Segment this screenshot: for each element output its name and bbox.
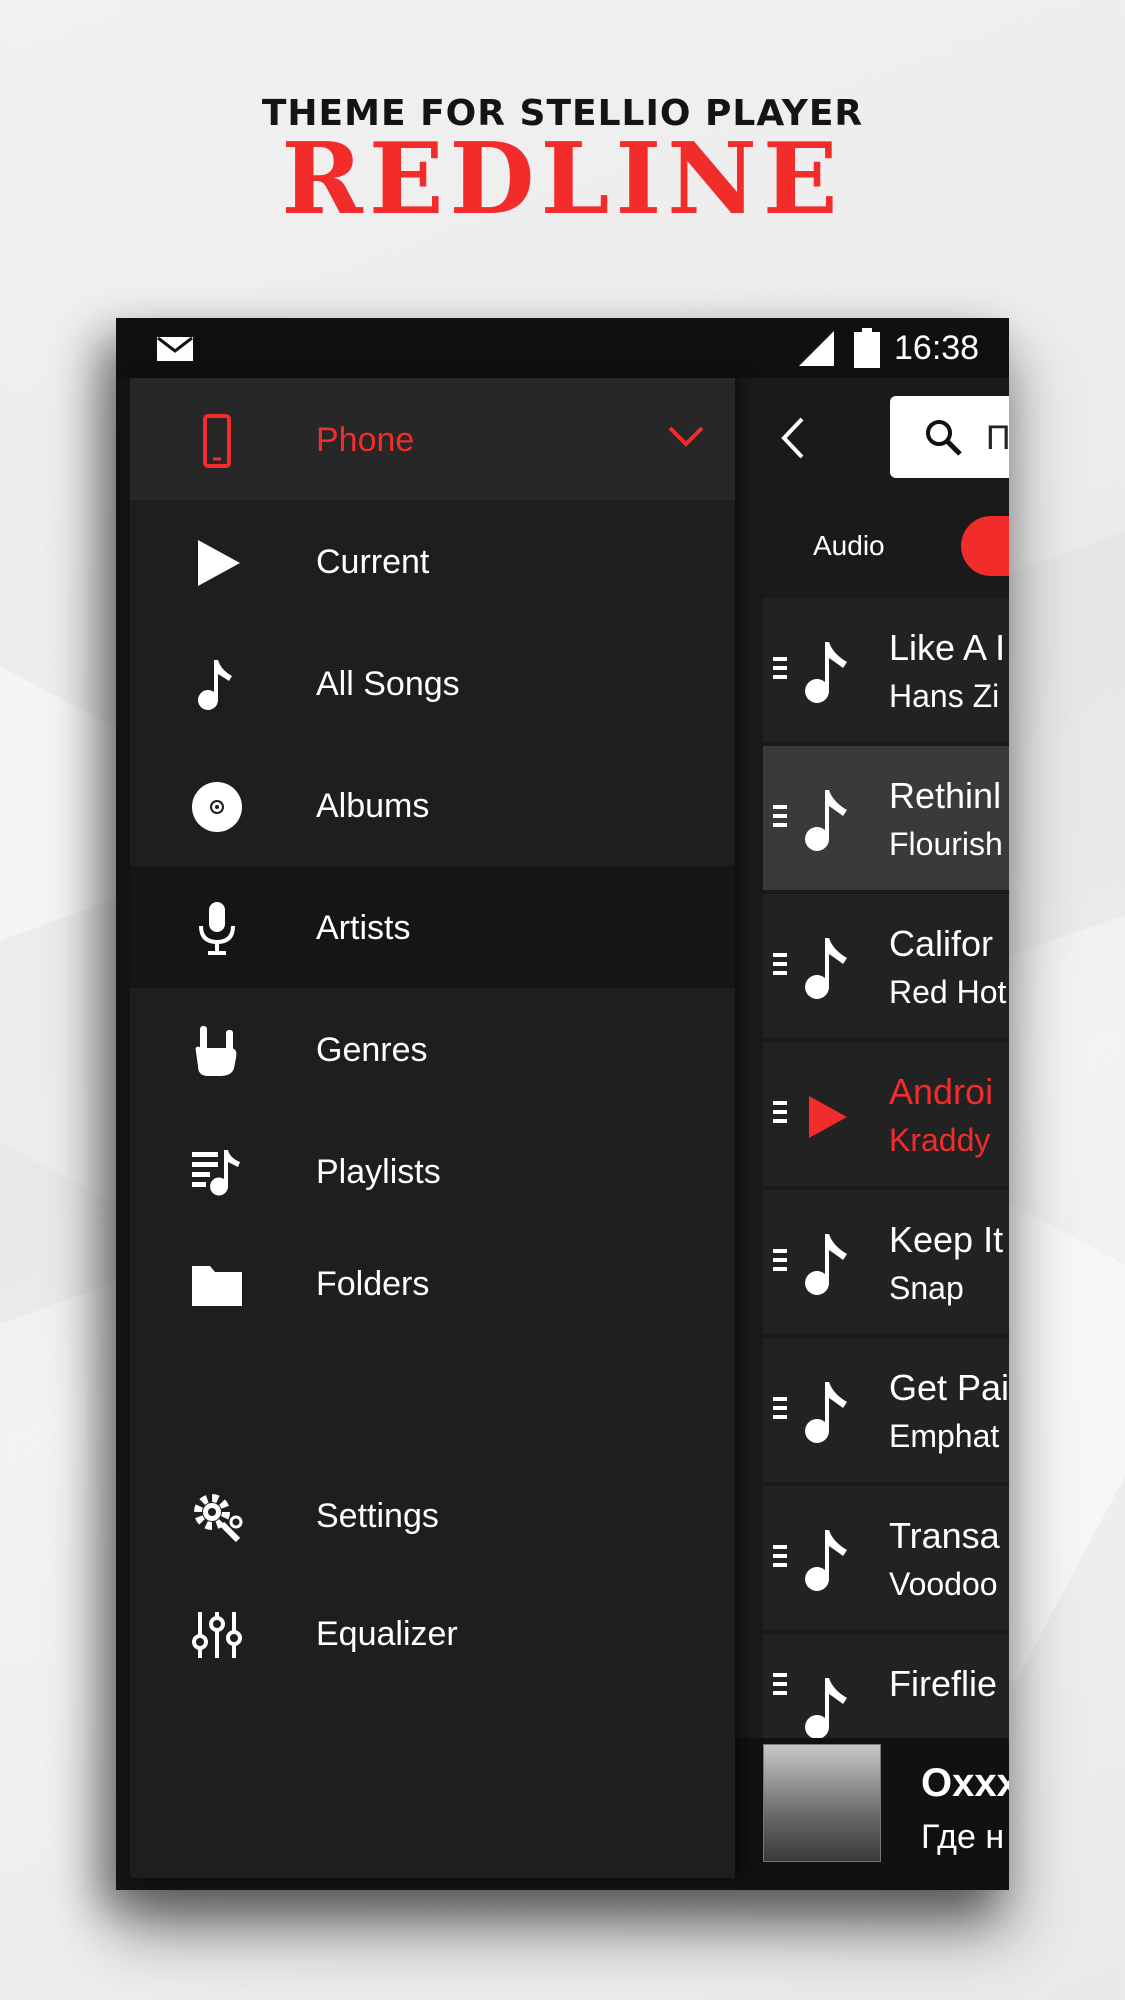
drag-handle-icon[interactable] (773, 1545, 787, 1571)
mail-icon (157, 336, 193, 361)
drawer-item-label: Albums (316, 787, 430, 825)
drawer-item-label: Artists (316, 909, 411, 947)
music-note-icon (805, 1678, 847, 1738)
music-note-icon (805, 642, 847, 703)
music-note-icon (198, 660, 232, 710)
drawer-item-label: Equalizer (316, 1615, 458, 1653)
track-row[interactable]: Keep It Snap (763, 1190, 1009, 1334)
track-title: Fireflie (889, 1663, 998, 1704)
playlist-icon (192, 1150, 240, 1196)
drawer-item-genres[interactable]: Genres (130, 988, 735, 1110)
drawer-item-label: Genres (316, 1031, 428, 1069)
mini-player-subtitle: Где н (921, 1818, 1005, 1856)
play-icon (809, 1096, 847, 1138)
drawer-header-label: Phone (316, 421, 415, 459)
search-input[interactable]: П (986, 416, 1009, 460)
track-artist: Emphat (889, 1418, 1000, 1454)
signal-icon (799, 331, 834, 366)
drag-handle-icon[interactable] (773, 1397, 787, 1423)
drawer-item-all-songs[interactable]: All Songs (130, 622, 735, 744)
track-title: Califor (889, 923, 994, 964)
drag-handle-icon[interactable] (773, 805, 787, 831)
disc-icon (192, 782, 242, 832)
drag-handle-icon[interactable] (773, 1101, 787, 1127)
drawer-item-label: Playlists (316, 1153, 441, 1191)
music-note-icon (805, 1530, 847, 1591)
phone-icon (203, 414, 231, 468)
album-art[interactable] (763, 1744, 881, 1862)
drag-handle-icon[interactable] (773, 1249, 787, 1275)
drawer-item-artists[interactable]: Artists (130, 866, 735, 988)
settings-icon (194, 1494, 243, 1543)
track-artist: Voodoo (889, 1566, 998, 1602)
track-row[interactable]: Get Pai Emphat (763, 1338, 1009, 1482)
folder-icon (192, 1266, 242, 1306)
track-artist: Kraddy (889, 1122, 991, 1158)
drag-handle-icon[interactable] (773, 953, 787, 979)
track-title: Transa (889, 1515, 1000, 1556)
drawer-item-current[interactable]: Current (130, 500, 735, 622)
music-note-icon (805, 1382, 847, 1443)
drag-handle-icon[interactable] (773, 657, 787, 683)
chevron-down-icon[interactable] (666, 422, 706, 452)
battery-icon (854, 328, 880, 368)
search-icon (926, 420, 962, 456)
drawer-item-label: Settings (316, 1497, 439, 1535)
track-artist: Red Hot (889, 974, 1007, 1010)
track-row[interactable]: Rethinl Flourish (763, 746, 1009, 890)
music-note-icon (805, 790, 847, 851)
mini-player-title: Oxxx (921, 1761, 1009, 1805)
track-row[interactable]: Fireflie (763, 1634, 1009, 1738)
track-artist: Hans Zi (889, 678, 1000, 714)
track-artist: Snap (889, 1270, 964, 1306)
drawer-item-settings[interactable]: Settings (130, 1454, 735, 1576)
back-arrow-icon[interactable] (772, 413, 812, 463)
tab-audio[interactable]: Audio (813, 528, 885, 564)
music-note-icon (805, 938, 847, 999)
track-title: Keep It (889, 1219, 1004, 1260)
play-icon (198, 540, 240, 586)
drawer-item-equalizer[interactable]: Equalizer (130, 1572, 735, 1694)
drawer-item-label: Folders (316, 1265, 430, 1303)
status-bar: 16:38 (116, 318, 1009, 378)
phone-screen: 16:38 П Audio Like A I Hans Zi Rethinl F… (116, 318, 1009, 1890)
microphone-icon (199, 902, 235, 955)
drawer-item-label: All Songs (316, 665, 460, 703)
promo-title: REDLINE (281, 122, 844, 237)
drag-handle-icon[interactable] (773, 1673, 787, 1699)
track-artist: Flourish (889, 826, 1003, 862)
track-title: Androi (889, 1071, 994, 1112)
music-note-icon (805, 1234, 847, 1295)
track-title: Rethinl (889, 775, 1002, 816)
status-time: 16:38 (894, 329, 980, 367)
track-row[interactable]: Califor Red Hot (763, 894, 1009, 1038)
drawer-item-albums[interactable]: Albums (130, 744, 735, 866)
equalizer-icon (192, 1612, 242, 1658)
rock-hand-icon (195, 1026, 237, 1076)
track-title: Get Pai (889, 1367, 1009, 1408)
track-row[interactable]: Transa Voodoo (763, 1486, 1009, 1630)
drawer-header-phone[interactable]: Phone (130, 378, 735, 500)
drawer-item-folders[interactable]: Folders (130, 1222, 735, 1344)
track-title: Like A I (889, 627, 1006, 668)
drawer-item-label: Current (316, 543, 430, 581)
track-row[interactable]: Like A I Hans Zi (763, 598, 1009, 742)
drawer-item-playlists[interactable]: Playlists (130, 1110, 735, 1232)
track-row-playing[interactable]: Androi Kraddy (763, 1042, 1009, 1186)
